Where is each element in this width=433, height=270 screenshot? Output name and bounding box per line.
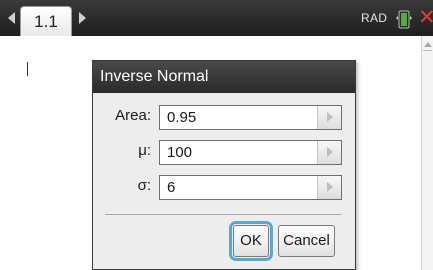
tab-1-1[interactable]: 1.1 <box>20 6 72 36</box>
arrow-left-icon[interactable] <box>8 12 15 24</box>
ok-button[interactable]: OK <box>229 221 273 261</box>
sigma-label: σ: <box>137 177 151 194</box>
chevron-right-icon <box>327 182 333 192</box>
text-cursor <box>27 62 28 76</box>
sigma-field-arrow-button[interactable] <box>317 176 341 199</box>
top-bar: 1.1 RAD ✕ <box>0 0 433 36</box>
sigma-field[interactable]: 6 <box>159 175 342 200</box>
angle-mode-indicator: RAD <box>361 11 388 25</box>
sigma-value: 6 <box>167 179 176 196</box>
dialog-divider <box>105 214 341 215</box>
mu-label: μ: <box>138 142 151 159</box>
mu-field[interactable]: 100 <box>159 140 342 165</box>
area-label: Area: <box>115 107 151 124</box>
battery-icon <box>396 10 412 29</box>
arrow-right-icon[interactable] <box>79 12 86 24</box>
close-icon[interactable]: ✕ <box>418 5 433 29</box>
inverse-normal-dialog: Inverse Normal Area: 0.95 μ: 100 σ: 6 OK… <box>92 60 356 270</box>
scroll-up-icon[interactable] <box>424 42 432 47</box>
area-value: 0.95 <box>167 109 197 126</box>
dialog-title: Inverse Normal <box>93 61 355 93</box>
chevron-right-icon <box>327 147 333 157</box>
scrollbar[interactable] <box>421 36 433 270</box>
area-field-arrow-button[interactable] <box>317 106 341 129</box>
scroll-thumb[interactable] <box>423 50 432 51</box>
mu-value: 100 <box>167 144 193 161</box>
area-field[interactable]: 0.95 <box>159 105 342 130</box>
cancel-button[interactable]: Cancel <box>278 225 335 257</box>
chevron-right-icon <box>327 112 333 122</box>
calculator-screen: 1.1 RAD ✕ Inverse Normal Area: 0.95 μ: 1… <box>0 0 433 270</box>
mu-field-arrow-button[interactable] <box>317 141 341 164</box>
